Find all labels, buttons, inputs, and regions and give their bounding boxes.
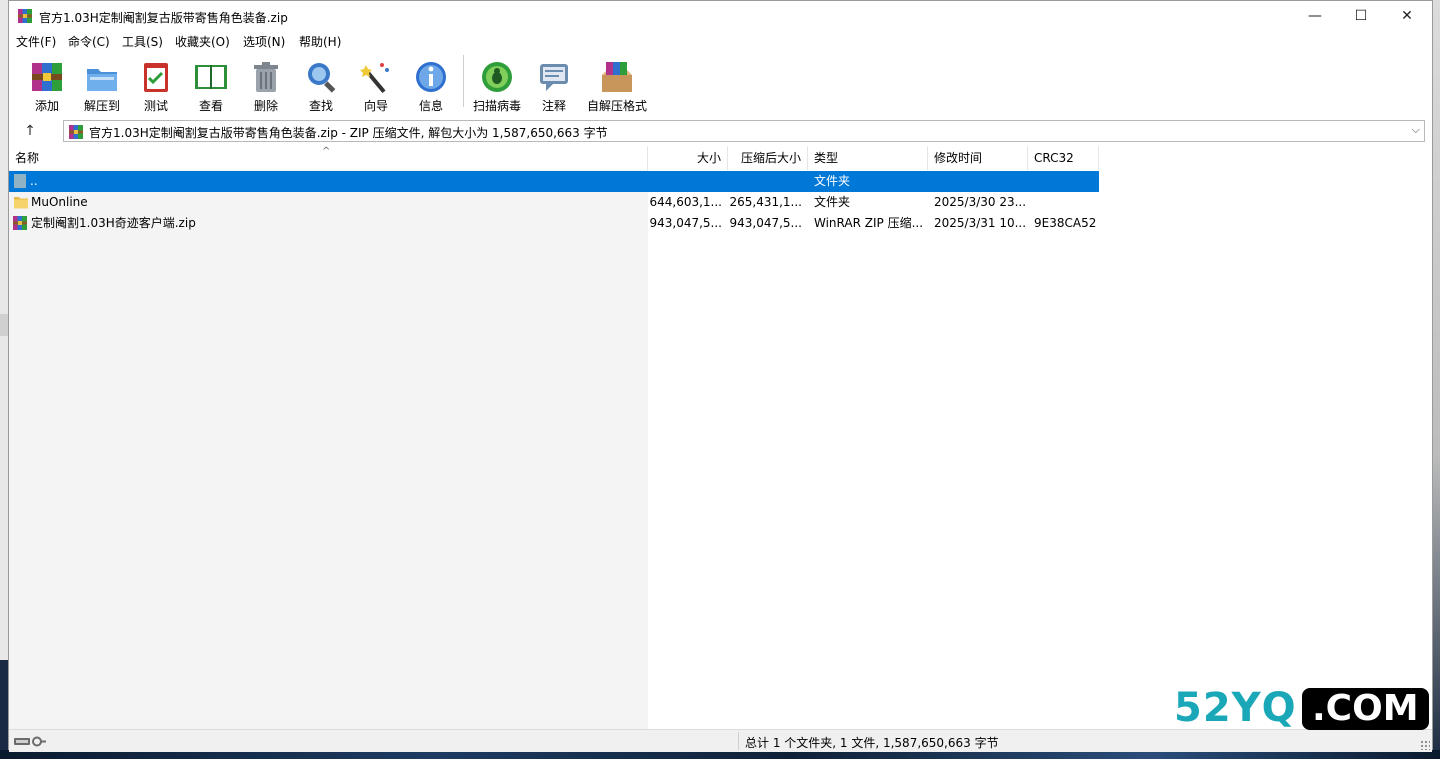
path-combobox[interactable]: 官方1.03H定制阉割复古版带寄售角色装备.zip - ZIP 压缩文件, 解包… [63,120,1425,142]
file-packed-size: 265,431,1... [729,195,802,209]
status-separator [738,732,739,750]
file-name: 定制阉割1.03H奇迹客户端.zip [31,216,196,230]
file-modified: 2025/3/31 10... [934,216,1026,230]
wizard-button[interactable]: 向导 [349,55,403,113]
list-background [9,170,648,729]
folder-icon [14,197,28,209]
virus-scan-icon [482,62,512,92]
file-packed-size: 943,047,5... [729,216,802,230]
column-header-modified[interactable]: 修改时间 [928,146,1028,170]
test-icon [144,63,168,92]
parent-folder-icon [14,174,26,188]
find-button[interactable]: 查找 [294,55,348,113]
menu-file[interactable]: 文件(F) [16,33,56,50]
comment-button[interactable]: 注释 [527,55,581,113]
archive-icon [69,125,83,139]
winrar-window: 官方1.03H定制阉割复古版带寄售角色装备.zip — ☐ ✕ 文件(F) 命令… [8,0,1433,752]
chevron-down-icon[interactable]: ⌵ [1412,123,1420,137]
list-item-archive[interactable]: 定制阉割1.03H奇迹客户端.zip 943,047,5... 943,047,… [9,213,1099,234]
wizard-icon [360,63,389,94]
column-header-crc[interactable]: CRC32 [1028,146,1099,170]
desktop-left-edge [0,0,8,759]
maximize-button[interactable]: ☐ [1338,1,1384,31]
comment-icon [540,64,568,91]
window-title: 官方1.03H定制阉割复古版带寄售角色装备.zip [39,11,288,25]
column-header-packed[interactable]: 压缩后大小 [728,146,808,170]
file-size: 943,047,5... [649,216,722,230]
sfx-icon [602,62,632,92]
status-summary: 总计 1 个文件夹, 1 文件, 1,587,650,663 字节 [745,736,999,750]
menu-options[interactable]: 选项(N) [243,33,285,50]
status-bar: 总计 1 个文件夹, 1 文件, 1,587,650,663 字节 [9,729,1432,752]
desktop-strip [0,314,8,336]
watermark-text-primary: 52YQ [1174,685,1297,731]
test-button[interactable]: 测试 [129,55,183,113]
view-button[interactable]: 查看 [184,55,238,113]
minimize-button[interactable]: — [1292,1,1338,31]
desktop-right-edge [1433,0,1440,759]
sfx-button[interactable]: 自解压格式 [587,55,647,113]
toolbar: 添加 解压到 测试 查看 删除 查找 向导 信息 扫描病毒 注释 自解压格式 [9,51,1432,118]
sfx-label: 自解压格式 [586,99,647,113]
winrar-app-icon [18,9,32,23]
delete-button[interactable]: 删除 [239,55,293,113]
file-type: 文件夹 [814,195,851,209]
file-modified: 2025/3/30 23... [934,195,1026,209]
address-bar: ↑ 官方1.03H定制阉割复古版带寄售角色装备.zip - ZIP 压缩文件, … [9,117,1432,145]
column-header-name[interactable]: 名称 ^ [9,146,648,170]
info-button[interactable]: 信息 [404,55,458,113]
extract-to-icon [87,69,117,91]
list-item-folder[interactable]: MuOnline 644,603,1... 265,431,1... 文件夹 2… [9,192,1099,213]
add-archive-icon [32,63,62,91]
close-button[interactable]: ✕ [1384,1,1430,31]
file-name: .. [30,174,38,188]
list-item-parent[interactable]: .. 文件夹 [9,171,1099,192]
menu-help[interactable]: 帮助(H) [299,33,341,50]
desktop-strip [0,660,8,750]
watermark-text-secondary: .COM [1302,688,1429,730]
add-button[interactable]: 添加 [20,55,74,113]
drive-key-icon [14,736,46,747]
info-label: 信息 [418,99,443,113]
resize-grip[interactable] [1420,740,1430,750]
title-bar: 官方1.03H定制阉割复古版带寄售角色装备.zip — ☐ ✕ [9,1,1432,31]
path-text: 官方1.03H定制阉割复古版带寄售角色装备.zip - ZIP 压缩文件, 解包… [89,126,608,140]
winrar-archive-icon [13,216,27,230]
info-icon [416,62,446,92]
menu-favorites[interactable]: 收藏夹(O) [175,33,230,50]
view-icon [195,65,227,89]
menu-commands[interactable]: 命令(C) [68,33,110,50]
sort-ascending-icon: ^ [322,146,331,157]
virus-scan-button[interactable]: 扫描病毒 [470,55,524,113]
find-icon [308,63,336,93]
file-size: 644,603,1... [649,195,722,209]
column-header-size[interactable]: 大小 [648,146,728,170]
menu-tools[interactable]: 工具(S) [122,33,163,50]
column-header-type[interactable]: 类型 [808,146,928,170]
file-name: MuOnline [31,195,88,209]
up-folder-button[interactable]: ↑ [19,121,41,141]
delete-icon [254,62,278,92]
file-crc: 9E38CA52 [1034,216,1097,230]
file-type: 文件夹 [814,174,851,188]
file-type: WinRAR ZIP 压缩... [814,216,924,230]
comment-label: 注释 [541,99,566,113]
column-name-label: 名称 [15,151,40,165]
menu-bar: 文件(F) 命令(C) 工具(S) 收藏夹(O) 选项(N) 帮助(H) [9,31,1432,51]
file-list: 名称 ^ 大小 压缩后大小 类型 修改时间 CRC32 .. 文件夹 MuOnl… [9,146,1432,729]
